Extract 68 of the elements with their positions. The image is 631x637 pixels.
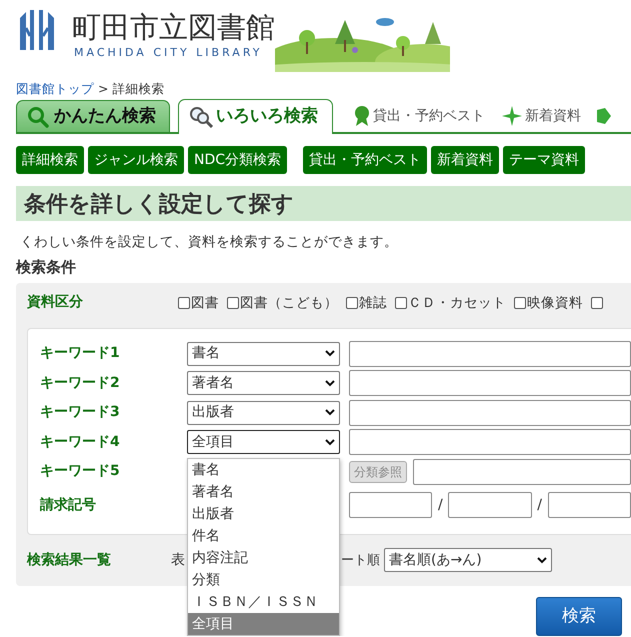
chevron-icon <box>325 350 335 358</box>
menu-button[interactable]: 新着資料 <box>431 146 500 174</box>
option-text: 表 <box>171 550 185 570</box>
call-number-input[interactable] <box>448 492 532 518</box>
breadcrumb-current: 詳細検索 <box>112 80 164 98</box>
dropdown-option[interactable]: 全項目 <box>188 613 339 636</box>
search-tab[interactable]: かんたん検索 <box>16 100 170 132</box>
checkbox-option[interactable]: 映像資料 <box>514 292 583 314</box>
field-label: キーワード2 <box>40 374 121 393</box>
breadcrumb-separator: > <box>98 80 108 98</box>
chevron-icon <box>537 556 547 564</box>
checkbox-option[interactable]: 図書（こども） <box>227 292 338 314</box>
search-tab[interactable]: いろいろ検索 <box>178 99 333 134</box>
call-number-input[interactable] <box>548 492 631 518</box>
dropdown-option[interactable]: 書名 <box>188 459 339 482</box>
chevron-icon <box>325 438 335 446</box>
section-title: 検索条件 <box>16 257 77 278</box>
option-text: ート順 <box>341 552 380 570</box>
field-label: 検索結果一覧 <box>27 550 112 570</box>
field-select[interactable]: 著者名 <box>187 371 340 396</box>
nav-link-item[interactable]: 貸出・予約ベスト <box>353 100 485 132</box>
call-number-input[interactable] <box>349 492 432 518</box>
logo-icon <box>18 10 56 52</box>
chevron-icon <box>325 380 335 387</box>
field-label: キーワード5 <box>40 462 121 482</box>
field-select[interactable]: 全項目 <box>187 430 340 454</box>
keyword-input[interactable] <box>413 458 631 485</box>
sparkle-icon <box>501 105 523 127</box>
field-select[interactable]: 出版者 <box>187 400 340 425</box>
keyword-input[interactable] <box>349 370 631 396</box>
chevron-icon <box>325 409 335 416</box>
search-icon <box>27 106 51 128</box>
field-label: キーワード3 <box>40 403 121 422</box>
site-subtitle: MACHIDA CITY LIBRARY <box>74 44 264 61</box>
menu-button[interactable]: ジャンル検索 <box>88 146 184 174</box>
search-icon <box>189 106 213 128</box>
search-button[interactable]: 検索 <box>536 597 622 636</box>
dropdown-option[interactable]: 分類 <box>188 569 339 592</box>
sort-select[interactable]: 書名順(あ→ん) <box>384 548 552 572</box>
keyword-input[interactable] <box>349 340 631 367</box>
separator-text: / <box>536 496 543 515</box>
menu-button[interactable]: 貸出・予約ベスト <box>303 146 428 174</box>
checkbox-option[interactable]: 雑誌 <box>346 292 387 314</box>
menu-button[interactable]: 詳細検索 <box>16 146 84 174</box>
checkbox-option[interactable]: ＣＤ・カセット <box>395 292 506 314</box>
field-label: 資料区分 <box>27 293 84 312</box>
field-select[interactable]: 書名 <box>187 342 340 366</box>
menu-button[interactable]: NDC分類検索 <box>188 146 288 174</box>
separator-text: / <box>436 496 444 515</box>
nav-link-item[interactable]: 新着資料 <box>501 100 581 132</box>
rosette-icon <box>353 105 371 127</box>
menu-button[interactable]: テーマ資料 <box>503 146 586 174</box>
checkbox[interactable] <box>591 296 603 309</box>
dropdown-option[interactable]: 出版者 <box>188 503 339 526</box>
breadcrumb-link[interactable]: 図書館トップ <box>16 80 94 98</box>
dropdown-option[interactable]: 著者名 <box>188 481 339 504</box>
field-label: キーワード4 <box>40 432 121 452</box>
dropdown-option[interactable]: 内容注記 <box>188 547 339 570</box>
section-heading: 条件を詳しく設定して探す <box>16 186 631 222</box>
field-label: 請求記号 <box>40 496 97 515</box>
keyword-input[interactable] <box>349 429 631 456</box>
dropdown-option[interactable]: 件名 <box>188 525 339 548</box>
description-text: くわしい条件を設定して、資料を検索することができます。 <box>20 233 399 252</box>
dropdown-option[interactable]: ＩＳＢＮ／ＩＳＳＮ <box>188 591 339 614</box>
keyword-input[interactable] <box>349 400 631 426</box>
checkbox-option[interactable]: 図書 <box>178 292 219 314</box>
field-label: キーワード1 <box>40 344 121 364</box>
site-title: 町田市立図書館 <box>72 10 275 45</box>
